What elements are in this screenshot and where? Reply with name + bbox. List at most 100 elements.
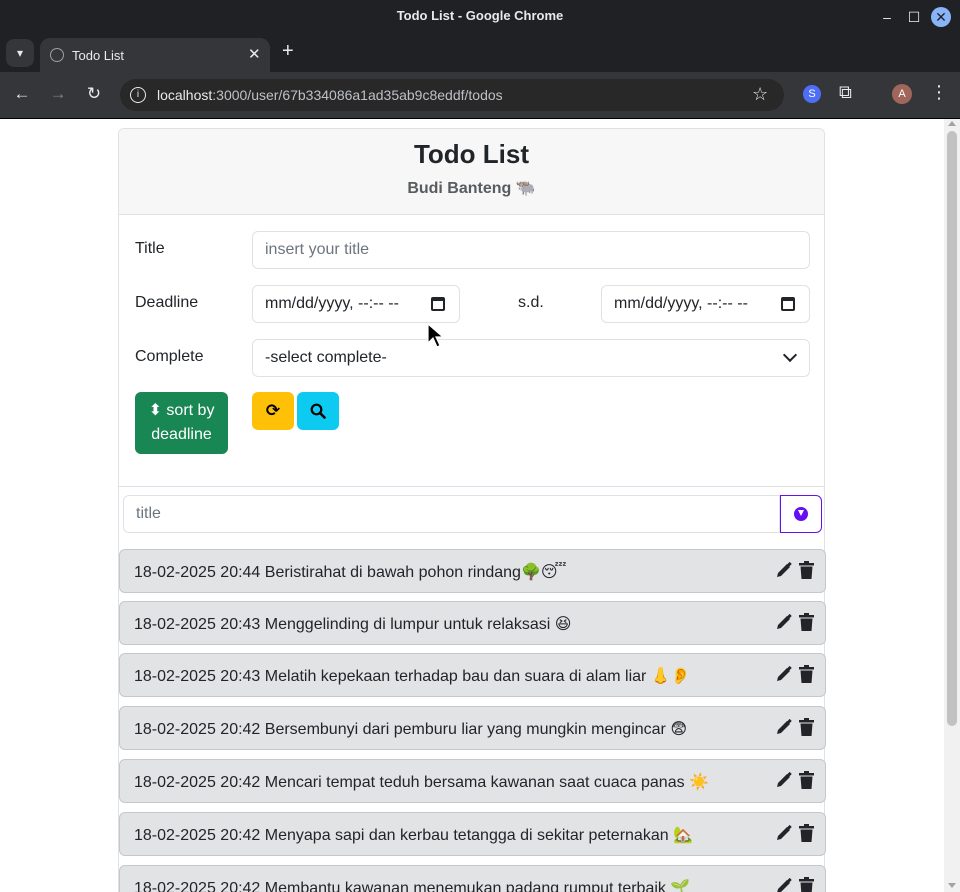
complete-label: Complete: [135, 348, 204, 365]
page-viewport: Todo List Budi Banteng 🐃 Title insert yo…: [0, 119, 944, 892]
deadline-label: Deadline: [135, 294, 199, 311]
page-scrollbar[interactable]: [944, 119, 960, 892]
extension-s-icon[interactable]: S: [803, 85, 821, 103]
reset-filter-button[interactable]: ⟳: [252, 392, 294, 430]
deadline-to-value: mm/dd/yyyy, --:-- --: [614, 295, 748, 312]
tab-list-chevron-icon[interactable]: ▾: [6, 39, 34, 67]
globe-icon: [50, 48, 64, 62]
complete-select-value: -select complete-: [265, 349, 387, 366]
window-title: Todo List - Google Chrome: [396, 8, 564, 23]
todo-date: 18-02-2025 20:43: [134, 616, 261, 633]
trash-icon[interactable]: [799, 771, 814, 789]
calendar-icon[interactable]: [431, 297, 445, 311]
calendar-icon[interactable]: [781, 297, 795, 311]
todo-text: 18-02-2025 20:43 Melatih kepekaan terhad…: [134, 666, 691, 686]
maximize-icon[interactable]: ☐: [903, 6, 925, 28]
minimize-icon[interactable]: –: [876, 6, 898, 28]
title-filter-input[interactable]: insert your title: [252, 231, 810, 269]
deadline-to-input[interactable]: mm/dd/yyyy, --:-- --: [601, 285, 810, 323]
mouse-cursor-icon: [427, 323, 445, 348]
trash-icon[interactable]: [799, 718, 814, 736]
deadline-from-input[interactable]: mm/dd/yyyy, --:-- --: [252, 285, 460, 323]
pencil-icon[interactable]: [775, 613, 793, 631]
back-arrow-icon[interactable]: ←: [11, 84, 33, 104]
todo-title: Menggelinding di lumpur untuk relaksasi …: [264, 616, 572, 633]
deadline-range-separator: s.d.: [518, 294, 544, 311]
todo-item[interactable]: 18-02-2025 20:42 Bersembunyi dari pembur…: [119, 706, 826, 750]
card-header: Todo List Budi Banteng 🐃: [119, 129, 824, 215]
sort-button-label-1: sort by: [166, 402, 215, 419]
todo-date: 18-02-2025 20:44: [134, 564, 261, 581]
arrow-down-circle-icon: [794, 507, 808, 521]
pencil-icon[interactable]: [775, 665, 793, 683]
todo-item[interactable]: 18-02-2025 20:42 Mencari tempat teduh be…: [119, 759, 826, 803]
add-todo-button[interactable]: [780, 495, 822, 533]
page-title: Todo List: [413, 139, 530, 169]
scroll-down-arrow-icon[interactable]: [948, 883, 956, 888]
close-window-icon[interactable]: ✕: [931, 7, 951, 27]
forward-arrow-icon[interactable]: →: [47, 84, 69, 104]
browser-toolbar: ← → ↻ i localhost:3000/user/67b334086a1a…: [0, 72, 960, 119]
sort-icon: ⬍: [148, 402, 162, 419]
pencil-icon[interactable]: [775, 771, 793, 789]
todo-text: 18-02-2025 20:42 Bersembunyi dari pembur…: [134, 719, 687, 739]
profile-avatar[interactable]: A: [892, 84, 912, 104]
todo-date: 18-02-2025 20:42: [134, 721, 261, 738]
todo-item[interactable]: 18-02-2025 20:43 Melatih kepekaan terhad…: [119, 653, 826, 697]
trash-icon[interactable]: [799, 824, 814, 842]
todo-date: 18-02-2025 20:42: [134, 827, 261, 844]
todo-text: 18-02-2025 20:42 Mencari tempat teduh be…: [134, 772, 709, 792]
trash-icon[interactable]: [799, 665, 814, 683]
tab-close-icon[interactable]: ✕: [248, 45, 261, 63]
trash-icon[interactable]: [799, 877, 814, 892]
todo-date: 18-02-2025 20:42: [134, 774, 261, 791]
pencil-icon[interactable]: [775, 824, 793, 842]
tab-todo-list[interactable]: Todo List ✕: [40, 38, 270, 72]
trash-icon[interactable]: [799, 561, 814, 579]
site-info-icon[interactable]: i: [130, 87, 146, 103]
todo-title: Mencari tempat teduh bersama kawanan saa…: [264, 774, 709, 791]
add-todo-bar: title: [119, 487, 824, 541]
todo-item[interactable]: 18-02-2025 20:44 Beristirahat di bawah p…: [119, 549, 826, 593]
sort-by-deadline-button[interactable]: ⬍ sort by deadline: [135, 392, 228, 454]
todo-text: 18-02-2025 20:43 Menggelinding di lumpur…: [134, 614, 571, 634]
todo-item[interactable]: 18-02-2025 20:42 Menyapa sapi dan kerbau…: [119, 812, 826, 856]
url-text[interactable]: localhost:3000/user/67b334086a1ad35ab9c8…: [157, 87, 503, 103]
todo-title: Menyapa sapi dan kerbau tetangga di seki…: [264, 827, 693, 844]
todo-date: 18-02-2025 20:42: [134, 880, 261, 892]
scrollbar-thumb[interactable]: [947, 131, 957, 726]
refresh-icon: ⟳: [265, 401, 281, 420]
url-host: localhost: [157, 87, 213, 103]
pencil-icon[interactable]: [775, 561, 793, 579]
todo-date: 18-02-2025 20:43: [134, 668, 261, 685]
todo-title: Bersembunyi dari pemburu liar yang mungk…: [264, 721, 687, 738]
complete-select[interactable]: -select complete-: [252, 339, 810, 377]
window-titlebar: Todo List - Google Chrome – ☐ ✕: [0, 0, 960, 34]
todo-text: 18-02-2025 20:42 Membantu kawanan menemu…: [134, 878, 690, 892]
todo-card: Todo List Budi Banteng 🐃 Title insert yo…: [118, 128, 826, 892]
bookmark-star-icon[interactable]: ☆: [752, 84, 768, 105]
todo-item[interactable]: 18-02-2025 20:42 Membantu kawanan menemu…: [119, 865, 826, 892]
search-icon: [310, 403, 326, 419]
new-todo-title-input[interactable]: title: [123, 495, 780, 533]
chrome-menu-icon[interactable]: ⋮: [930, 82, 948, 103]
pencil-icon[interactable]: [775, 718, 793, 736]
todo-title: Membantu kawanan menemukan padang rumput…: [264, 880, 691, 892]
new-tab-plus-icon[interactable]: +: [282, 40, 294, 63]
reload-icon[interactable]: ↻: [83, 84, 105, 104]
tab-strip: ▾ Todo List ✕ +: [0, 34, 960, 72]
todo-text: 18-02-2025 20:42 Menyapa sapi dan kerbau…: [134, 825, 693, 845]
tab-title: Todo List: [72, 48, 125, 63]
title-label: Title: [135, 240, 165, 257]
pencil-icon[interactable]: [775, 877, 793, 892]
deadline-from-value: mm/dd/yyyy, --:-- --: [265, 295, 399, 312]
sort-button-label-2: deadline: [151, 426, 212, 443]
extensions-puzzle-icon[interactable]: ⧉: [839, 82, 852, 103]
trash-icon[interactable]: [799, 613, 814, 631]
scroll-up-arrow-icon[interactable]: [948, 121, 956, 126]
todo-title: Beristirahat di bawah pohon rindang🌳😴: [264, 564, 567, 581]
address-bar[interactable]: i localhost:3000/user/67b334086a1ad35ab9…: [120, 79, 784, 111]
search-button[interactable]: [297, 392, 339, 430]
user-name: Budi Banteng 🐃: [407, 180, 536, 197]
todo-item[interactable]: 18-02-2025 20:43 Menggelinding di lumpur…: [119, 601, 826, 645]
